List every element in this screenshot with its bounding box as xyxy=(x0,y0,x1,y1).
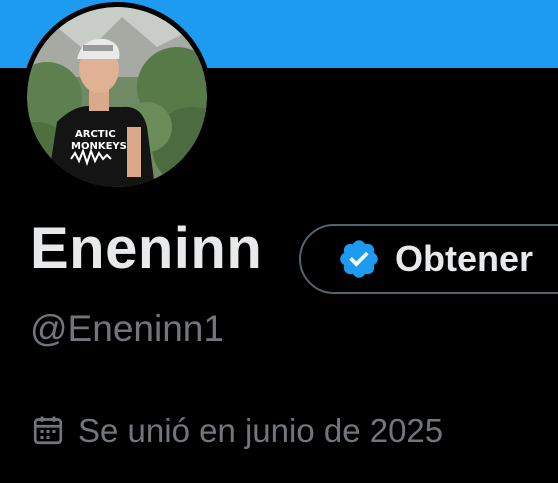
join-date: Se unió en junio de 2025 xyxy=(30,412,443,448)
profile-photo: ARCTIC MONKEYS xyxy=(27,7,207,187)
shirt-print-line1: ARCTIC xyxy=(75,129,116,140)
shirt-print-line2: MONKEYS xyxy=(71,141,127,152)
avatar[interactable]: ARCTIC MONKEYS xyxy=(22,2,212,192)
display-name: Eneninn xyxy=(30,216,263,281)
calendar-icon xyxy=(30,412,66,448)
get-verified-button[interactable]: Obtener xyxy=(299,224,558,294)
profile-header: ARCTIC MONKEYS Eneninn Obtener @Eneninn1 xyxy=(0,0,558,483)
user-handle: @Eneninn1 xyxy=(30,308,224,349)
join-date-text: Se unió en junio de 2025 xyxy=(78,411,444,449)
get-verified-label: Obtener xyxy=(395,238,534,279)
verified-badge-icon xyxy=(337,237,381,281)
